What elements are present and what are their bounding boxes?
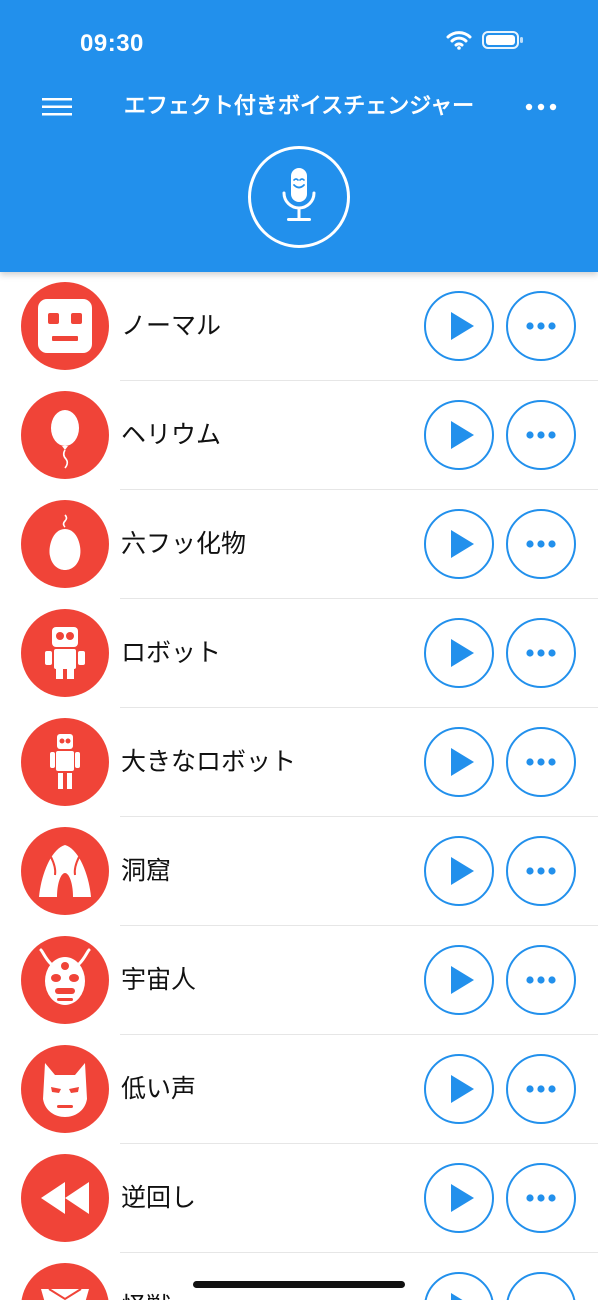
effect-icon-badge: [21, 936, 109, 1024]
effect-row[interactable]: 宇宙人: [0, 926, 598, 1035]
more-options-icon: [526, 976, 556, 984]
cave-icon: [39, 845, 91, 897]
effect-label: ロボット: [121, 638, 222, 667]
options-button[interactable]: [506, 400, 576, 470]
effect-label: 大きなロボット: [121, 747, 297, 776]
rewind-icon: [41, 1182, 89, 1214]
microphone-icon: [282, 168, 316, 221]
effect-row[interactable]: ノーマル: [0, 272, 598, 381]
robot-face-icon: [38, 299, 92, 353]
effect-row[interactable]: ヘリウム: [0, 381, 598, 490]
effect-icon-badge: [21, 1263, 109, 1300]
effect-icon-badge: [21, 718, 109, 806]
effect-icon-badge: [21, 391, 109, 479]
options-button[interactable]: [506, 945, 576, 1015]
effect-icon-badge: [21, 1154, 109, 1242]
options-button[interactable]: [506, 291, 576, 361]
more-options-icon: [526, 649, 556, 657]
effect-icon-badge: [21, 500, 109, 588]
gas-bubble-icon: [49, 514, 81, 570]
more-options-icon: [526, 1194, 556, 1202]
play-icon: [451, 857, 474, 885]
effect-row[interactable]: 怪獣: [0, 1253, 598, 1300]
more-options-icon: [526, 322, 556, 330]
robot-icon: [45, 627, 85, 679]
app-title: エフェクト付きボイスチェンジャー: [123, 94, 475, 119]
effect-icon-badge: [21, 1045, 109, 1133]
effect-row[interactable]: ロボット: [0, 599, 598, 708]
play-button[interactable]: [424, 400, 494, 470]
app-header: 09:30 エフェクト付きボイスチェンジャー: [0, 0, 598, 272]
effects-list: ノーマル ヘリウム 六フッ化物 ロボット 大きなロボット 洞窟 宇宙人 低い声 …: [0, 272, 598, 1300]
battery-icon: [482, 31, 523, 49]
play-icon: [451, 966, 474, 994]
more-menu-button[interactable]: [524, 92, 558, 122]
more-options-icon: [508, 1274, 574, 1300]
play-button[interactable]: [424, 836, 494, 906]
status-time: 09:30: [80, 30, 144, 57]
play-icon: [451, 748, 474, 776]
alien-icon: [39, 948, 91, 1005]
options-button[interactable]: [506, 836, 576, 906]
effect-label: 低い声: [121, 1074, 197, 1103]
effect-row[interactable]: 六フッ化物: [0, 490, 598, 599]
play-icon: [451, 421, 474, 449]
more-options-icon: [526, 431, 556, 439]
status-icons: [446, 30, 524, 50]
play-icon: [451, 1293, 463, 1300]
play-button[interactable]: [424, 291, 494, 361]
play-button[interactable]: [424, 945, 494, 1015]
options-button[interactable]: [506, 1163, 576, 1233]
record-button[interactable]: [248, 146, 350, 248]
wifi-icon: [446, 31, 472, 50]
play-button[interactable]: [424, 509, 494, 579]
play-button[interactable]: [424, 1272, 494, 1300]
play-icon: [451, 639, 474, 667]
effect-row[interactable]: 低い声: [0, 1035, 598, 1144]
more-options-icon: [526, 867, 556, 875]
play-icon: [451, 1075, 474, 1103]
play-button[interactable]: [424, 1054, 494, 1124]
effect-icon-badge: [21, 282, 109, 370]
effect-label: ノーマル: [121, 311, 222, 340]
balloon-icon: [51, 410, 79, 469]
play-button[interactable]: [424, 727, 494, 797]
play-icon: [451, 1184, 474, 1212]
options-button[interactable]: [506, 618, 576, 688]
play-icon: [451, 530, 474, 558]
more-options-icon: [526, 758, 556, 766]
play-button[interactable]: [424, 1163, 494, 1233]
effect-label: 宇宙人: [121, 965, 197, 994]
monster-icon: [41, 1288, 89, 1300]
effect-icon-badge: [21, 827, 109, 915]
options-button[interactable]: [506, 1054, 576, 1124]
effect-label: 怪獣: [121, 1291, 171, 1300]
big-robot-icon: [50, 734, 80, 789]
options-button[interactable]: [506, 509, 576, 579]
effect-label: ヘリウム: [121, 420, 222, 449]
effect-row[interactable]: 逆回し: [0, 1144, 598, 1253]
options-button[interactable]: [506, 1272, 576, 1300]
effect-row[interactable]: 洞窟: [0, 817, 598, 926]
options-button[interactable]: [506, 727, 576, 797]
effect-label: 洞窟: [121, 856, 172, 885]
more-horizontal-icon: [525, 103, 557, 111]
home-indicator[interactable]: [193, 1281, 405, 1288]
more-options-icon: [526, 540, 556, 548]
effect-icon-badge: [21, 609, 109, 697]
more-options-icon: [526, 1085, 556, 1093]
play-button[interactable]: [424, 618, 494, 688]
mask-face-icon: [43, 1063, 87, 1117]
effect-row[interactable]: 大きなロボット: [0, 708, 598, 817]
effect-label: 逆回し: [121, 1183, 197, 1212]
play-icon: [451, 312, 474, 340]
effect-label: 六フッ化物: [121, 529, 247, 558]
